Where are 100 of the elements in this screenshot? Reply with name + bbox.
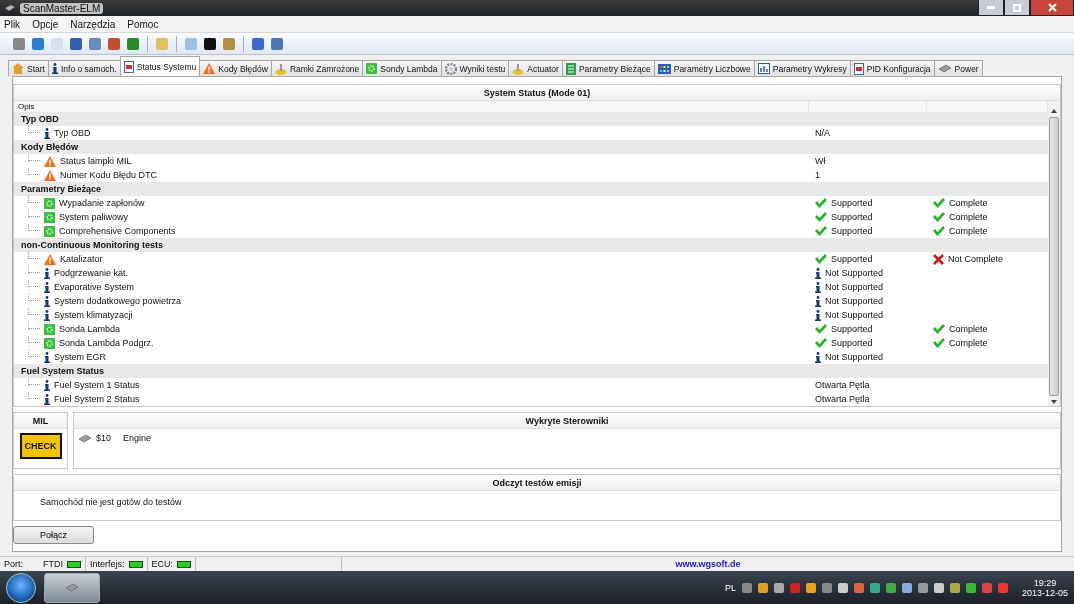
row-label: System klimatyzacji [54,310,133,320]
tray-icon[interactable] [885,582,896,593]
status-value: Not Supported [825,296,884,306]
tray-icon[interactable] [917,582,928,593]
check-icon [933,226,945,236]
panel-title: Odczyt testów emisji [14,475,1060,491]
tray-icon[interactable] [773,582,784,593]
tab[interactable]: Wyniki testu [440,60,510,76]
row-label: System paliwowy [59,212,129,222]
tray-icon[interactable] [741,582,752,593]
tab[interactable]: Parametry Bieżące [561,60,655,76]
status-value: Not Supported [825,310,884,320]
check-icon [815,254,827,264]
menu-item[interactable]: Plik [4,18,21,30]
minimize-button[interactable] [978,0,1004,16]
test-result: Complete [949,198,988,208]
tab[interactable]: Power [933,60,983,76]
group-header: Parametry Bieżące [14,182,1048,196]
menu-item[interactable]: Opcje [32,18,59,30]
maximize-button[interactable] [1004,0,1030,16]
clock-time: 19:29 [1033,577,1057,588]
tab[interactable]: PID Konfiguracja [849,60,935,76]
minimize-icon [987,6,995,9]
close-button[interactable] [1030,0,1074,16]
toolbar-icon[interactable] [107,36,121,51]
scrollbar[interactable] [1048,101,1060,406]
scroll-up-icon[interactable] [1051,109,1057,113]
tray-icon[interactable] [805,582,816,593]
indicator-label: ECU: [151,559,174,569]
tray-icon[interactable] [901,582,912,593]
check-icon [933,198,945,208]
row-label: Comprehensive Components [59,226,176,236]
table-row[interactable]: Evaporative System Not Supported [14,280,1048,294]
row-label: Fuel System 2 Status [54,394,140,404]
table-row[interactable]: Typ OBD N/A [14,126,1048,140]
table-row[interactable]: Status lampki MIL Wł [14,154,1048,168]
joystick-icon [512,62,525,75]
table-row[interactable]: Podgrzewanie kat. Not Supported [14,266,1048,280]
table-row[interactable]: Sonda Lambda Podgrz. Supported Complete [14,336,1048,350]
check-icon [815,324,827,334]
tray-icon[interactable] [965,582,976,593]
start-button[interactable] [6,572,36,603]
taskbar-app-button[interactable] [44,572,100,603]
tab[interactable]: Start [8,60,49,76]
scroll-thumb[interactable] [1049,117,1059,396]
language-indicator[interactable]: PL [724,582,736,593]
table-row[interactable]: Wypadanie zapłonów Supported Complete [14,196,1048,210]
test-result: Complete [949,338,988,348]
scroll-down-icon[interactable] [1051,400,1057,404]
status-value: Supported [831,338,873,348]
indicator-label: Interfejs: [90,559,125,569]
clock-date: 2013-12-05 [1021,587,1068,598]
website-link[interactable]: www.wgsoft.de [342,559,1074,569]
table-row[interactable]: System paliwowy Supported Complete [14,210,1048,224]
tab[interactable]: Parametry Liczbowe [653,60,755,76]
connect-button[interactable]: Połącz [13,526,94,544]
menu-item[interactable]: Narzędzia [70,18,116,30]
panel-title: Wykryte Sterowniki [74,413,1060,429]
tab[interactable]: Parametry Wykresy [753,60,851,76]
row-label: Status lampki MIL [60,156,132,166]
table-row[interactable]: Sonda Lambda Supported Complete [14,322,1048,336]
status-value: N/A [815,128,830,138]
table-row[interactable]: System dodatkowego powietrza Not Supported [14,294,1048,308]
tab[interactable]: Kody Błędów [199,60,272,76]
table-row[interactable]: System EGR Not Supported [14,350,1048,364]
test-result: Complete [949,324,988,334]
menu-item[interactable]: Pomoc [127,18,159,30]
tab[interactable]: Ramki Zamrożone [270,60,364,76]
app-icon [4,4,16,12]
tray-icon[interactable] [949,582,960,593]
table-row[interactable]: Katalizator Supported Not Complete [14,252,1048,266]
table-row[interactable]: Numer Kodu Błędu DTC 1 [14,168,1048,182]
tray-icon[interactable] [853,582,864,593]
tray-icon[interactable] [837,582,848,593]
table-row[interactable]: Fuel System 1 Status Otwarta Pętla [14,378,1048,392]
tab[interactable]: Sondy Lambda [362,60,442,76]
emission-message: Samochód nie jest gotów do testów [40,497,182,507]
table-row[interactable]: Comprehensive Components Supported Complete [14,224,1048,238]
tray-icon[interactable] [933,582,944,593]
table-row[interactable]: Fuel System 2 Status Otwarta Pętla [14,392,1048,406]
house-icon [12,63,24,74]
status-value: Otwarta Pętla [815,380,870,390]
chip-icon [78,433,92,443]
tab[interactable]: Actuator [508,60,563,76]
tray-icon[interactable] [869,582,880,593]
tab[interactable]: Info o samoch. [47,60,121,76]
tray-icon[interactable] [757,582,768,593]
status-value: Supported [831,198,873,208]
tray-icon[interactable] [821,582,832,593]
status-value: Not Supported [825,352,884,362]
clock[interactable]: 19:29 2013-12-05 [1021,577,1068,598]
check-icon [933,324,945,334]
status-value: Not Supported [825,282,884,292]
check-engine-lamp: CHECK [19,433,62,459]
tab[interactable]: Status Systemu [119,56,201,76]
window-title: ScanMaster-ELM [20,2,104,14]
toolbar-icon[interactable] [12,36,26,51]
gear-square-icon [366,63,378,74]
table-row[interactable]: System klimatyzacji Not Supported [14,308,1048,322]
status-value: Not Supported [825,268,884,278]
